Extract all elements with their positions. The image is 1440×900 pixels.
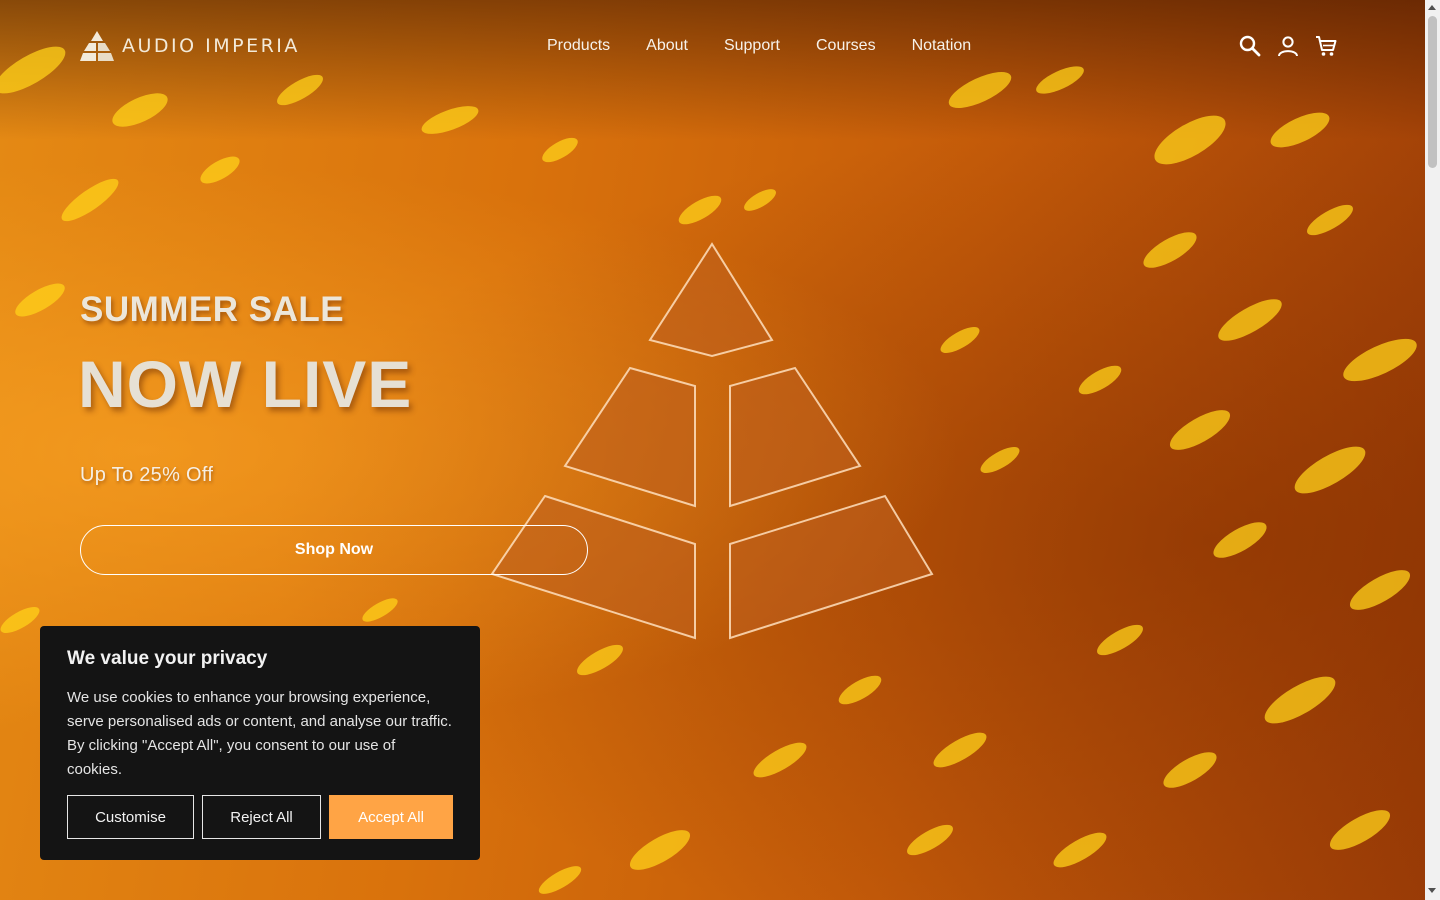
account-icon[interactable]	[1276, 34, 1300, 58]
hero-subtitle: Up To 25% Off	[80, 464, 214, 486]
glass-pyramid-graphic	[490, 242, 934, 640]
search-icon[interactable]	[1238, 34, 1262, 58]
main-menu: Products About Support Courses Notation	[547, 37, 971, 55]
nav-icons	[1238, 34, 1338, 58]
nav-item-courses[interactable]: Courses	[816, 37, 876, 55]
page-scrollbar[interactable]	[1425, 0, 1440, 900]
pyramid-logo-icon	[80, 31, 114, 61]
hero-headline-small: SUMMER SALE	[80, 290, 345, 329]
accept-all-button[interactable]: Accept All	[329, 795, 453, 839]
scroll-thumb[interactable]	[1428, 16, 1437, 168]
reject-all-button[interactable]: Reject All	[202, 795, 321, 839]
cookie-consent-banner: We value your privacy We use cookies to …	[40, 626, 480, 860]
scroll-down-arrow-icon[interactable]	[1428, 888, 1436, 893]
shop-now-button[interactable]: Shop Now	[80, 525, 588, 575]
nav-item-about[interactable]: About	[646, 37, 688, 55]
nav-item-products[interactable]: Products	[547, 37, 610, 55]
hero-headline-big: NOW LIVE	[78, 347, 413, 421]
nav-item-notation[interactable]: Notation	[912, 37, 972, 55]
cookie-actions: Customise Reject All Accept All	[67, 795, 453, 839]
cookie-body: We use cookies to enhance your browsing …	[67, 689, 452, 778]
brand-name: AUDIO IMPERIA	[122, 35, 300, 57]
cart-icon[interactable]	[1314, 34, 1338, 58]
nav-item-support[interactable]: Support	[724, 37, 780, 55]
scroll-up-arrow-icon[interactable]	[1428, 5, 1436, 10]
top-navigation: AUDIO IMPERIA Products About Support Cou…	[0, 0, 1425, 94]
customise-button[interactable]: Customise	[67, 795, 194, 839]
cookie-title: We value your privacy	[67, 648, 268, 669]
brand-logo[interactable]: AUDIO IMPERIA	[80, 30, 300, 62]
